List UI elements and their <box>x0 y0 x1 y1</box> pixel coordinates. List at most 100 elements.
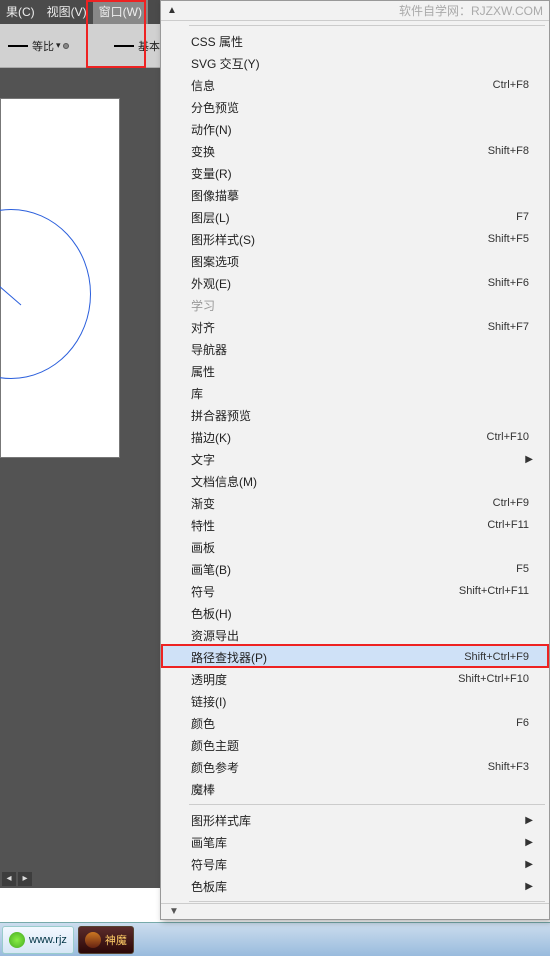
menu-item[interactable]: 分色预览 <box>161 96 549 118</box>
menu-item[interactable]: 描边(K)Ctrl+F10 <box>161 426 549 448</box>
menu-item-label: 动作(N) <box>191 121 533 138</box>
menu-item[interactable]: 库 <box>161 382 549 404</box>
menu-item[interactable]: 颜色参考Shift+F3 <box>161 756 549 778</box>
menu-item-label: 特性 <box>191 517 487 534</box>
dropdown-list: CSS 属性 SVG 交互(Y) 信息Ctrl+F8 分色预览动作(N) 变换Shift… <box>161 21 549 903</box>
menu-item[interactable]: 画笔库▶ <box>161 831 549 853</box>
menu-item[interactable]: 资源导出 <box>161 624 549 646</box>
menu-effect[interactable]: 果(C) <box>0 0 41 24</box>
collapse-down-icon[interactable]: ▼ <box>169 906 179 917</box>
menu-window[interactable]: 窗口(W) <box>93 0 148 24</box>
chevron-down-icon: ▾ <box>56 40 61 51</box>
menu-item-shortcut: Shift+Ctrl+F9 <box>464 651 529 663</box>
menu-item-label: CSS 属性 <box>191 33 533 50</box>
path-segment-icon <box>0 279 31 309</box>
menu-item-label: 符号库 <box>191 856 519 873</box>
menu-item-label: 描边(K) <box>191 429 487 446</box>
menu-item-shortcut: Ctrl+F8 <box>493 79 529 91</box>
menu-item-shortcut: F5 <box>516 563 529 575</box>
menu-item-label: 链接(I) <box>191 693 533 710</box>
scroll-right-icon[interactable]: ▸ <box>18 872 32 886</box>
menu-item[interactable]: 对齐Shift+F7 <box>161 316 549 338</box>
menu-item-label: 资源导出 <box>191 627 533 644</box>
menu-item[interactable]: 魔棒 <box>161 778 549 800</box>
menu-item-label: 颜色 <box>191 715 516 732</box>
menu-item-shortcut: Ctrl+F10 <box>487 431 530 443</box>
menu-item-label: 拼合器预览 <box>191 407 533 424</box>
menu-item[interactable]: 文档信息(M) <box>161 470 549 492</box>
taskbar-item-label: 神魔 <box>105 932 127 948</box>
menu-view[interactable]: 视图(V) <box>41 0 93 24</box>
menu-item-pathfinder[interactable]: 路径查找器(P)Shift+Ctrl+F9 <box>161 646 549 668</box>
watermark-text: 软件自学网：RJZXW.COM <box>399 2 543 19</box>
menu-item[interactable]: 变换Shift+F8 <box>161 140 549 162</box>
menu-item[interactable]: 文字 ▶ <box>161 448 549 470</box>
menu-item-label: 对齐 <box>191 319 488 336</box>
menu-item-shortcut: Shift+F3 <box>488 761 529 773</box>
menu-item[interactable]: 图层(L)F7 <box>161 206 549 228</box>
menu-item-label: 变量(R) <box>191 165 533 182</box>
menu-item-label: 库 <box>191 385 533 402</box>
menu-item-label: 画板 <box>191 539 533 556</box>
menu-item-label: 属性 <box>191 363 533 380</box>
menu-item-label: 魔棒 <box>191 781 533 798</box>
taskbar-item[interactable]: 神魔 <box>78 926 134 954</box>
menu-item[interactable]: 透明度Shift+Ctrl+F10 <box>161 668 549 690</box>
menu-item[interactable]: 信息Ctrl+F8 <box>161 74 549 96</box>
artboard[interactable] <box>0 98 120 458</box>
menu-item[interactable]: 图形样式(S)Shift+F5 <box>161 228 549 250</box>
menu-item-label: 渐变 <box>191 495 493 512</box>
menu-item-label: 颜色主题 <box>191 737 533 754</box>
menu-item[interactable]: 属性 <box>161 360 549 382</box>
menu-item-label: 画笔(B) <box>191 561 516 578</box>
submenu-arrow-icon: ▶ <box>525 881 533 892</box>
menu-item-label: SVG 交互(Y) <box>191 55 533 72</box>
app-icon <box>85 932 101 948</box>
menu-item[interactable]: 色板(H) <box>161 602 549 624</box>
menu-separator <box>189 901 545 902</box>
menu-item[interactable]: 外观(E)Shift+F6 <box>161 272 549 294</box>
menu-item-shortcut: Shift+F7 <box>488 321 529 333</box>
menu-item[interactable]: 特性Ctrl+F11 <box>161 514 549 536</box>
window-menu-dropdown: ▲ 软件自学网：RJZXW.COM CSS 属性SVG 交互(Y)信息Ctrl+… <box>160 0 550 920</box>
menubar: 果(C)视图(V)窗口(W) <box>0 0 160 24</box>
basic-control[interactable]: 基本 <box>110 38 160 54</box>
menu-item[interactable]: 画笔(B)F5 <box>161 558 549 580</box>
menu-item[interactable]: 图形样式库▶ <box>161 809 549 831</box>
menu-item-label: 分色预览 <box>191 99 533 116</box>
menu-item[interactable]: 色板库▶ <box>161 875 549 897</box>
menu-item[interactable]: 图案选项 <box>161 250 549 272</box>
menu-item-shortcut: Shift+Ctrl+F10 <box>458 673 529 685</box>
menu-item[interactable]: 链接(I) <box>161 690 549 712</box>
menu-item[interactable]: 图像描摹 <box>161 184 549 206</box>
menu-item[interactable]: 符号库▶ <box>161 853 549 875</box>
menu-item-label: 文档信息(M) <box>191 473 533 490</box>
menu-item[interactable]: 颜色F6 <box>161 712 549 734</box>
taskbar-item[interactable]: www.rjz <box>2 926 74 954</box>
menu-item-label: 图形样式(S) <box>191 231 488 248</box>
menu-item-label: 文字 <box>191 451 519 468</box>
submenu-arrow-icon: ▶ <box>525 454 533 465</box>
dash-icon <box>114 45 134 47</box>
taskbar-item-label: www.rjz <box>29 934 67 946</box>
menu-item[interactable]: 拼合器预览 <box>161 404 549 426</box>
menu-item-label: 信息 <box>191 77 493 94</box>
menu-item-label: 路径查找器(P) <box>191 649 464 666</box>
scroll-left-icon[interactable]: ◂ <box>2 872 16 886</box>
menu-item[interactable]: 渐变Ctrl+F9 <box>161 492 549 514</box>
menu-item-label: 色板(H) <box>191 605 533 622</box>
menu-item[interactable]: SVG 交互(Y) <box>161 52 549 74</box>
ratio-control[interactable]: 等比 ▾ <box>4 38 71 54</box>
menu-item-label: 学习 <box>191 297 533 314</box>
menu-item[interactable]: 符号Shift+Ctrl+F11 <box>161 580 549 602</box>
menu-item[interactable]: CSS 属性 <box>161 30 549 52</box>
menu-item[interactable]: 导航器 <box>161 338 549 360</box>
menu-item[interactable]: 变量(R) <box>161 162 549 184</box>
menu-separator <box>189 25 545 26</box>
collapse-up-icon[interactable]: ▲ <box>167 5 177 16</box>
menu-item-label: 图像描摹 <box>191 187 533 204</box>
menu-item[interactable]: 画板 <box>161 536 549 558</box>
canvas-scrollbar[interactable]: ◂ ▸ <box>0 870 160 888</box>
menu-item[interactable]: 动作(N) <box>161 118 549 140</box>
menu-item[interactable]: 颜色主题 <box>161 734 549 756</box>
